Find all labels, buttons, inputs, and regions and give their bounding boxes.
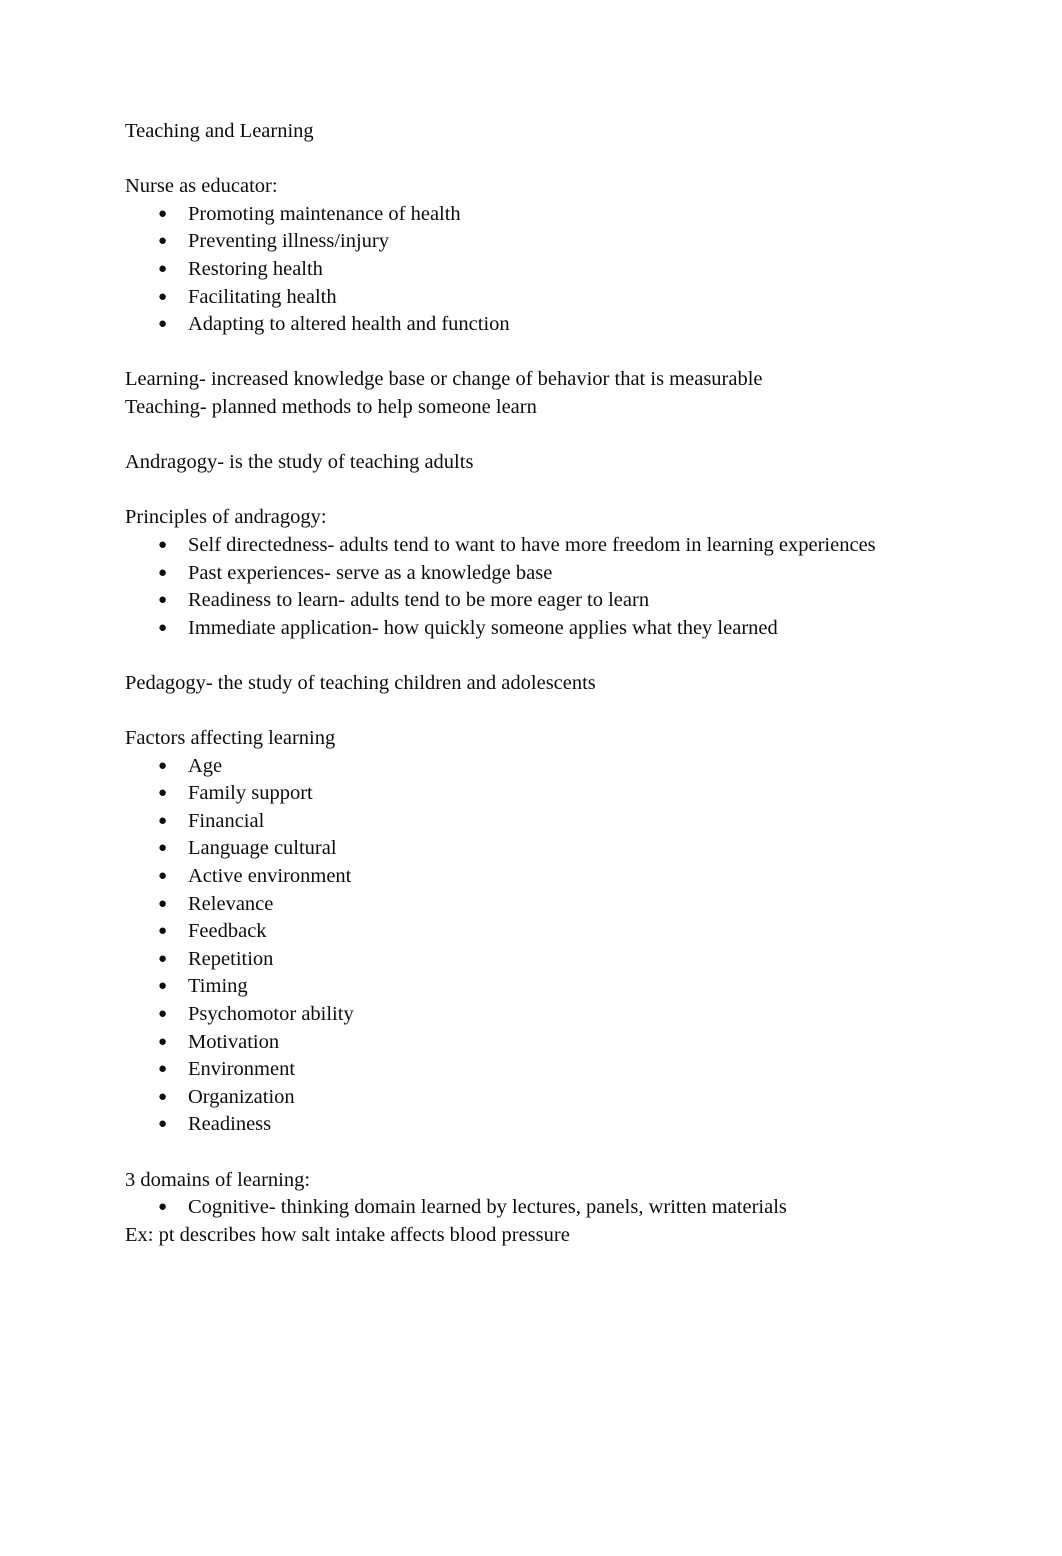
heading-nurse-as-educator: Nurse as educator: xyxy=(125,175,278,198)
list-item: ● Environment xyxy=(125,1056,942,1084)
bullet-icon: ● xyxy=(158,812,168,829)
definition-learning: Learning- increased knowledge base or ch… xyxy=(125,368,763,391)
list-item: ● Restoring health xyxy=(125,256,942,284)
list-item-label: Immediate application- how quickly someo… xyxy=(188,616,778,639)
list-item-label: Adapting to altered health and function xyxy=(188,313,510,336)
definition-pedagogy: Pedagogy- the study of teaching children… xyxy=(125,671,596,694)
list-item: ● Immediate application- how quickly some… xyxy=(125,615,942,643)
example-cognitive-domain: Ex: pt describes how salt intake affects… xyxy=(125,1223,570,1246)
bullet-icon: ● xyxy=(158,592,168,609)
list-item-label: Self directedness- adults tend to want t… xyxy=(188,533,876,556)
list-item-label: Organization xyxy=(188,1085,295,1108)
bullet-icon: ● xyxy=(158,1061,168,1078)
list-item-label: Readiness to learn- adults tend to be mo… xyxy=(188,589,650,612)
list-item-label: Restoring health xyxy=(188,257,323,280)
definition-andragogy: Andragogy- is the study of teaching adul… xyxy=(125,451,474,474)
bullet-icon: ● xyxy=(158,785,168,802)
bullet-icon: ● xyxy=(158,260,168,277)
list-item: ● Adapting to altered health and function xyxy=(125,311,942,339)
heading-principles-of-andragogy: Principles of andragogy: xyxy=(125,506,327,529)
bullet-icon: ● xyxy=(158,978,168,995)
heading-3-domains-of-learning: 3 domains of learning: xyxy=(125,1168,311,1191)
list-item: ● Self directedness- adults tend to want … xyxy=(125,532,942,560)
definition-teaching: Teaching- planned methods to help someon… xyxy=(125,395,537,418)
bullet-icon: ● xyxy=(158,233,168,250)
list-item: ● Language cultural xyxy=(125,835,942,863)
list-item: ● Cognitive- thinking domain learned by l… xyxy=(125,1194,942,1222)
heading-factors-affecting-learning: Factors affecting learning xyxy=(125,727,336,750)
bullet-icon: ● xyxy=(158,536,168,553)
list-item-label: Financial xyxy=(188,809,265,832)
bullet-icon: ● xyxy=(158,840,168,857)
list-item-label: Promoting maintenance of health xyxy=(188,202,461,225)
list-item-label: Language cultural xyxy=(188,837,337,860)
bullet-icon: ● xyxy=(158,757,168,774)
bullet-icon: ● xyxy=(158,1088,168,1105)
bullet-icon: ● xyxy=(158,1116,168,1133)
list-item-label: Feedback xyxy=(188,920,267,943)
list-item-label: Family support xyxy=(188,782,313,805)
list-item-label: Environment xyxy=(188,1058,296,1081)
list-item: ● Readiness to learn- adults tend to be m… xyxy=(125,587,942,615)
list-factors-affecting-learning: ● Age ● Family support ● Financial ● Language c… xyxy=(125,753,942,1139)
list-item: ● Psychomotor ability xyxy=(125,1001,942,1029)
bullet-icon: ● xyxy=(158,316,168,333)
list-item: ● Facilitating health xyxy=(125,284,942,312)
list-item: ● Past experiences- serve as a knowledge … xyxy=(125,560,942,588)
list-item: ● Promoting maintenance of health xyxy=(125,201,942,229)
bullet-icon: ● xyxy=(158,1006,168,1022)
list-principles-of-andragogy: ● Self directedness- adults tend to want … xyxy=(125,532,942,642)
document-page: Teaching and Learning Nurse as educator: ●… xyxy=(0,0,1062,1556)
list-item: ● Timing xyxy=(125,973,942,1001)
list-item-label: Past experiences- serve as a knowledge b… xyxy=(188,561,553,584)
list-item-label: Facilitating health xyxy=(188,285,337,308)
bullet-icon: ● xyxy=(158,895,168,912)
bullet-icon: ● xyxy=(158,923,168,940)
bullet-icon: ● xyxy=(158,950,168,967)
list-item: ● Feedback xyxy=(125,918,942,946)
list-item-label: Age xyxy=(188,754,223,777)
bullet-icon: ● xyxy=(158,205,168,222)
bullet-icon: ● xyxy=(158,288,168,305)
list-item-label: Repetition xyxy=(188,947,274,970)
list-item: ● Financial xyxy=(125,808,942,836)
list-item-label: Relevance xyxy=(188,892,274,915)
list-item-label: Readiness xyxy=(188,1113,272,1136)
list-item-label: Motivation xyxy=(188,1030,280,1053)
list-item: ● Relevance xyxy=(125,891,942,919)
bullet-icon: ● xyxy=(158,619,168,636)
document-body: Teaching and Learning Nurse as educator: ●… xyxy=(125,118,942,1249)
list-item: ● Age xyxy=(125,753,942,781)
doc-title: Teaching and Learning xyxy=(125,120,314,142)
list-item-label: Active environment xyxy=(188,865,352,888)
bullet-icon: ● xyxy=(158,564,168,581)
list-item-label: Preventing illness/injury xyxy=(188,230,389,253)
bullet-icon: ● xyxy=(158,1199,168,1216)
bullet-icon: ● xyxy=(158,1033,168,1050)
list-item-label: Psychomotor ability xyxy=(188,1003,354,1025)
list-item: ● Motivation xyxy=(125,1029,942,1057)
list-item: ● Active environment xyxy=(125,863,942,891)
list-item: ● Family support xyxy=(125,780,942,808)
list-domains-of-learning: ● Cognitive- thinking domain learned by l… xyxy=(125,1194,942,1222)
list-item: ● Organization xyxy=(125,1084,942,1112)
list-nurse-as-educator: ● Promoting maintenance of health ● Prevent… xyxy=(125,201,942,339)
list-item: ● Repetition xyxy=(125,946,942,974)
list-item: ● Readiness xyxy=(125,1111,942,1139)
list-item-label: Cognitive- thinking domain learned by le… xyxy=(188,1196,787,1219)
list-item-label: Timing xyxy=(188,975,248,998)
list-item: ● Preventing illness/injury xyxy=(125,228,942,256)
bullet-icon: ● xyxy=(158,868,168,885)
